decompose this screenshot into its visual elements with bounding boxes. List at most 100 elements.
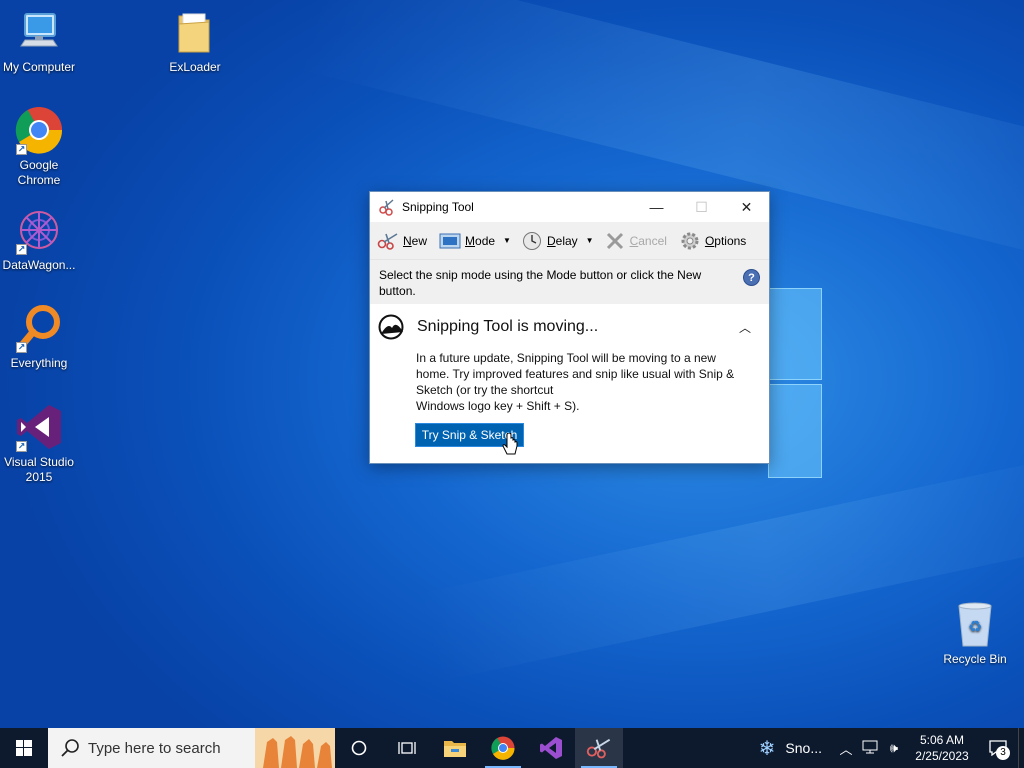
delay-label: elay <box>555 233 578 248</box>
help-icon[interactable]: ? <box>743 269 760 286</box>
desktop-icon-label: Visual Studio 2015 <box>4 455 74 484</box>
mode-label: ode <box>475 233 496 248</box>
snipping-tool-icon <box>379 199 394 216</box>
desktop-icon-google-chrome[interactable]: ↗ Google Chrome <box>0 106 78 188</box>
cancel-mnemonic: C <box>629 233 639 248</box>
task-view-icon <box>398 742 416 754</box>
show-desktop-button[interactable] <box>1018 728 1024 768</box>
taskbar: Type here to search ❄ Sno... ︿ 🕪 5:06 AM… <box>0 728 1024 768</box>
search-placeholder: Type here to search <box>88 739 221 757</box>
snowflake-icon: ❄ <box>758 737 776 760</box>
computer-icon <box>15 8 63 56</box>
mode-mnemonic: M <box>465 233 476 248</box>
window-titlebar[interactable]: Snipping Tool — ☐ ✕ <box>370 192 769 222</box>
cortana-circle-icon <box>351 740 367 756</box>
minimize-icon: — <box>649 199 664 215</box>
chrome-icon <box>491 736 515 760</box>
shortcut-arrow-icon: ↗ <box>16 144 27 155</box>
moving-body-shortcut: Windows logo key + Shift + S). <box>416 399 580 413</box>
cancel-x-icon <box>604 231 626 251</box>
desktop-icon-label: Google Chrome <box>17 158 61 187</box>
maximize-icon: ☐ <box>695 198 708 215</box>
cortana-button[interactable] <box>335 728 383 768</box>
dropdown-arrow-icon: ▼ <box>585 236 594 245</box>
svg-text:♻: ♻ <box>968 617 982 636</box>
taskbar-snipping-tool[interactable] <box>575 728 623 768</box>
moving-notice-panel: Snipping Tool is moving... ︿ In a future… <box>370 304 769 463</box>
visual-studio-icon: ↗ <box>15 403 63 452</box>
mode-button[interactable]: Mode ▼ <box>436 228 514 254</box>
weather-label: Sno... <box>785 740 822 756</box>
maximize-button[interactable]: ☐ <box>679 192 724 222</box>
taskbar-visual-studio[interactable] <box>527 728 575 768</box>
network-icon[interactable] <box>858 740 882 757</box>
shortcut-arrow-icon: ↗ <box>16 342 27 353</box>
desktop-icon-label: My Computer <box>2 60 76 74</box>
window-title: Snipping Tool <box>402 200 474 214</box>
snipping-tool-icon <box>586 738 611 759</box>
moving-body-text: In a future update, Snipping Tool will b… <box>416 351 735 397</box>
taskbar-chrome[interactable] <box>479 728 527 768</box>
visual-studio-icon <box>540 737 562 759</box>
clock-time: 5:06 AM <box>919 733 965 747</box>
taskbar-clock[interactable]: 5:06 AM 2/25/2023 <box>906 732 978 764</box>
folder-icon <box>171 8 219 56</box>
moving-body: In a future update, Snipping Tool will b… <box>416 350 736 414</box>
search-highlight-image <box>255 728 335 768</box>
moving-title: Snipping Tool is moving... <box>417 318 599 335</box>
volume-icon[interactable]: 🕪 <box>882 740 906 756</box>
close-icon: ✕ <box>740 198 753 215</box>
desktop-icon-my-computer[interactable]: My Computer <box>0 8 78 75</box>
desktop-icon-everything[interactable]: ↗ Everything <box>0 304 78 371</box>
wallpaper-windows-logo <box>768 288 824 480</box>
file-explorer-icon <box>444 741 466 757</box>
desktop-icon-exloader[interactable]: ExLoader <box>156 8 234 75</box>
options-mnemonic: O <box>704 233 715 248</box>
task-view-button[interactable] <box>383 728 431 768</box>
shortcut-arrow-icon: ↗ <box>16 441 27 452</box>
notification-count-badge: 3 <box>996 746 1010 760</box>
desktop-icon-label: Everything <box>10 356 68 370</box>
everything-search-icon: ↗ <box>15 304 63 353</box>
weather-widget[interactable]: ❄ Sno... <box>753 736 834 761</box>
action-center-button[interactable]: 3 <box>978 728 1018 768</box>
new-button[interactable]: New <box>374 228 430 254</box>
snip-mode-info: Select the snip mode using the Mode butt… <box>370 260 769 304</box>
snipping-tool-window[interactable]: Snipping Tool — ☐ ✕ New Mode ▼ D elay ▼ … <box>369 191 770 464</box>
chrome-icon: ↗ <box>15 106 63 155</box>
desktop-icon-datawagon[interactable]: ↗ DataWagon... <box>0 206 78 273</box>
desktop-icon-visual-studio[interactable]: ↗ Visual Studio 2015 <box>0 403 78 485</box>
close-button[interactable]: ✕ <box>724 192 769 222</box>
rectangle-mode-icon <box>439 231 461 251</box>
taskbar-search-box[interactable]: Type here to search <box>48 728 335 768</box>
cancel-button[interactable]: Cancel <box>601 228 670 254</box>
info-text: Select the snip mode using the Mode butt… <box>379 268 702 298</box>
search-icon <box>61 739 79 757</box>
system-tray: ❄ Sno... ︿ 🕪 5:06 AM 2/25/2023 3 <box>753 728 1024 768</box>
start-button[interactable] <box>0 728 48 768</box>
new-label: ew <box>411 233 428 248</box>
wallpaper-light-beam <box>418 448 1024 682</box>
desktop-icon-label: Recycle Bin <box>943 652 1007 666</box>
dropdown-arrow-icon: ▼ <box>503 236 511 245</box>
show-hidden-icons-chevron-icon[interactable]: ︿ <box>834 739 858 758</box>
scissors-icon <box>377 231 399 251</box>
chevron-up-icon[interactable]: ︿ <box>739 319 751 336</box>
shortcut-arrow-icon: ↗ <box>16 244 27 255</box>
desktop-icon-recycle-bin[interactable]: ♻ Recycle Bin <box>936 600 1014 667</box>
delay-button[interactable]: Delay ▼ <box>518 228 597 254</box>
options-button[interactable]: Options <box>676 228 749 254</box>
windows-logo-icon <box>16 740 32 756</box>
clock-date: 2/25/2023 <box>915 749 969 763</box>
hand-cursor-icon <box>502 433 518 455</box>
cancel-label: ancel <box>638 233 667 248</box>
datawagon-icon: ↗ <box>15 206 63 255</box>
snip-sketch-icon <box>378 314 404 340</box>
desktop-icon-label: ExLoader <box>169 60 221 74</box>
clock-icon <box>521 231 543 251</box>
taskbar-file-explorer[interactable] <box>431 728 479 768</box>
minimize-button[interactable]: — <box>634 192 679 222</box>
desktop-icon-label: DataWagon... <box>2 258 76 272</box>
gear-icon <box>679 231 701 251</box>
recycle-bin-icon: ♻ <box>951 600 999 648</box>
